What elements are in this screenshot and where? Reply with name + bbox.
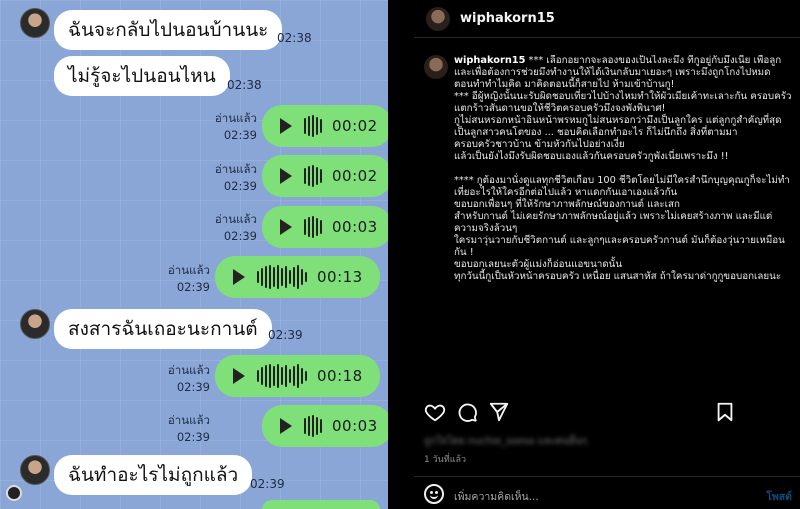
incoming-message: สงสารฉันเถอะนะกานต์ <box>54 309 272 349</box>
action-bar <box>424 401 794 423</box>
message-time: 02:38 <box>227 78 262 92</box>
chat-screenshot: ฉันจะกลับไปนอนบ้านนะ 02:38 ไม่รู้จะไปนอน… <box>0 0 388 509</box>
read-receipt: อ่านแล้ว 02:39 <box>195 110 257 142</box>
incoming-message: ฉันทำอะไรไม่ถูกแล้ว <box>54 455 253 495</box>
read-label: อ่านแล้ว <box>214 162 257 176</box>
message-time: 02:39 <box>223 128 257 142</box>
waveform-icon <box>304 216 322 238</box>
caption-username[interactable]: wiphakorn15 <box>454 55 525 66</box>
read-receipt: อ่านแล้ว 02:39 <box>148 262 210 294</box>
caption-avatar[interactable] <box>424 55 448 79</box>
read-label: อ่านแล้ว <box>167 413 210 427</box>
caption-area: wiphakorn15 *** เลือกอยากจะลองของเป็นไงล… <box>424 55 794 385</box>
voice-duration: 00:03 <box>332 218 378 236</box>
sender-avatar <box>20 455 50 485</box>
bookmark-icon[interactable] <box>714 401 736 423</box>
read-label: อ่านแล้ว <box>214 212 257 226</box>
read-label: อ่านแล้ว <box>214 111 257 125</box>
incoming-message: ไม่รู้จะไปนอนไหน <box>54 56 230 96</box>
comment-bar: เพิ่มความคิดเห็น... โพสต์ <box>414 476 800 509</box>
message-time: 02:39 <box>223 229 257 243</box>
comment-input[interactable]: เพิ่มความคิดเห็น... <box>454 488 539 505</box>
sender-avatar <box>20 309 50 339</box>
emoji-icon[interactable] <box>424 484 444 504</box>
read-receipt: อ่านแล้ว 02:39 <box>195 161 257 193</box>
message-time: 02:39 <box>176 280 210 294</box>
voice-message[interactable]: 00:13 <box>215 256 380 298</box>
play-icon[interactable] <box>233 368 245 384</box>
waveform-icon <box>304 415 322 437</box>
post-time: 1 วันที่แล้ว <box>424 455 467 465</box>
caption-text: wiphakorn15 *** เลือกอยากจะลองของเป็นไงล… <box>454 55 794 283</box>
voice-message[interactable]: 00:03 <box>262 206 388 248</box>
instagram-panel: wiphakorn15 wiphakorn15 *** เลือกอยากจะล… <box>414 0 800 509</box>
message-time: 02:39 <box>250 477 285 491</box>
read-receipt: อ่านแล้ว 02:39 <box>195 211 257 243</box>
waveform-icon <box>257 364 307 388</box>
read-label: อ่านแล้ว <box>167 263 210 277</box>
voice-message-partial[interactable] <box>262 500 380 509</box>
waveform-icon <box>304 115 322 137</box>
incoming-message: ฉันจะกลับไปนอนบ้านนะ <box>54 10 283 50</box>
play-icon[interactable] <box>233 269 245 285</box>
post-header: wiphakorn15 <box>414 0 800 38</box>
message-time: 02:38 <box>277 31 312 45</box>
voice-message[interactable]: 00:03 <box>262 405 388 447</box>
read-label: อ่านแล้ว <box>167 363 210 377</box>
voice-duration: 00:02 <box>332 167 378 185</box>
read-receipt: อ่านแล้ว 02:39 <box>148 412 210 444</box>
likes-text-blurred: ถูกใจโดย nuchie_ssesa และคนอื่นๆ <box>424 436 587 447</box>
caption-body: *** เลือกอยากจะลองของเป็นไงละมึง ที่กูอย… <box>454 55 792 282</box>
voice-duration: 00:13 <box>317 268 363 286</box>
sender-avatar <box>20 8 50 38</box>
voice-message[interactable]: 00:18 <box>215 355 380 397</box>
play-icon[interactable] <box>280 168 292 184</box>
message-time: 02:39 <box>223 179 257 193</box>
voice-duration: 00:18 <box>317 367 363 385</box>
play-icon[interactable] <box>280 418 292 434</box>
heart-icon[interactable] <box>424 401 446 423</box>
message-time: 02:39 <box>268 328 303 342</box>
comment-icon[interactable] <box>456 401 478 423</box>
message-time: 02:39 <box>176 430 210 444</box>
voice-message[interactable]: 00:02 <box>262 155 388 197</box>
waveform-icon <box>257 265 307 289</box>
post-button[interactable]: โพสต์ <box>766 488 792 505</box>
voice-duration: 00:03 <box>332 417 378 435</box>
share-icon[interactable] <box>488 401 510 423</box>
read-receipt: อ่านแล้ว 02:39 <box>148 362 210 394</box>
username[interactable]: wiphakorn15 <box>460 11 555 26</box>
message-time: 02:39 <box>176 380 210 394</box>
voice-duration: 00:02 <box>332 117 378 135</box>
waveform-icon <box>304 165 322 187</box>
profile-corner-icon <box>6 485 22 501</box>
voice-message[interactable]: 00:02 <box>262 105 388 147</box>
profile-avatar[interactable] <box>426 7 450 31</box>
play-icon[interactable] <box>280 219 292 235</box>
play-icon[interactable] <box>280 118 292 134</box>
